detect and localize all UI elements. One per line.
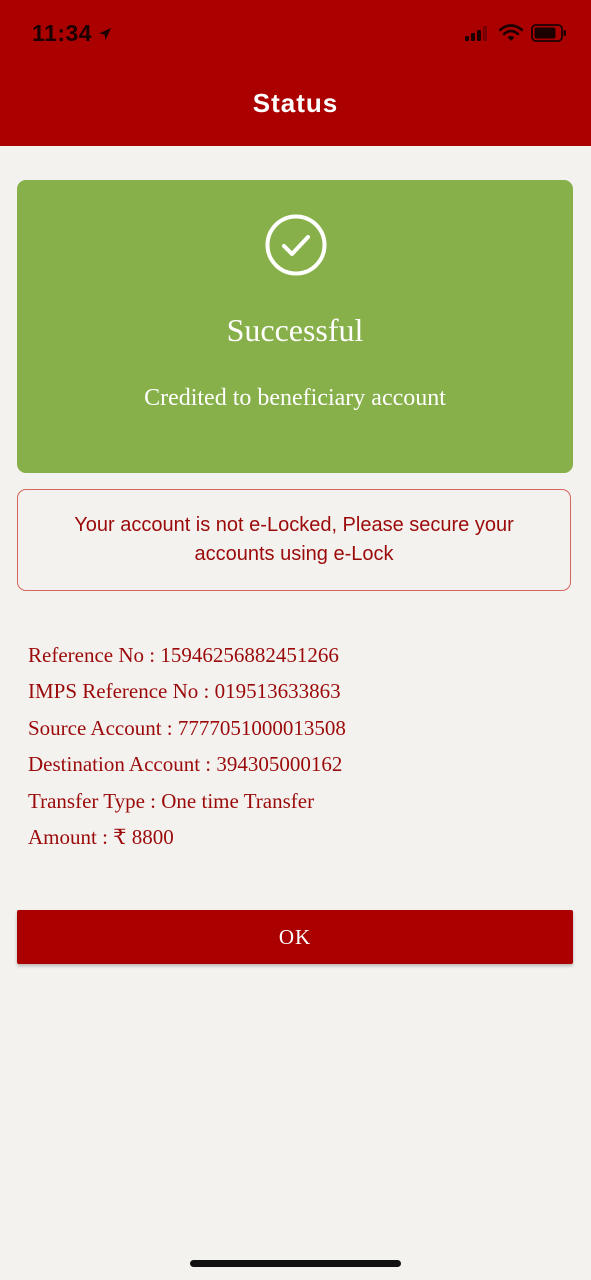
status-bar-icons bbox=[465, 24, 567, 42]
reference-no: Reference No : 15946256882451266 bbox=[28, 643, 339, 667]
elock-notice-text: Your account is not e-Locked, Please sec… bbox=[74, 514, 514, 565]
location-arrow-icon bbox=[99, 27, 112, 40]
transaction-details: Reference No : 15946256882451266 IMPS Re… bbox=[28, 639, 346, 857]
home-indicator[interactable] bbox=[190, 1260, 401, 1267]
destination-account: Destination Account : 394305000162 bbox=[28, 752, 343, 777]
status-time-text: 11:34 bbox=[32, 20, 93, 46]
app-header: 11:34 Status bbox=[0, 0, 591, 146]
cellular-signal-icon bbox=[465, 26, 487, 41]
transfer-type: Transfer Type : One time Transfer bbox=[28, 788, 315, 813]
wifi-icon bbox=[499, 24, 523, 41]
source-account: Source Account : 7777051000013508 bbox=[28, 715, 346, 740]
success-title: Successful bbox=[226, 312, 364, 348]
status-bar-clock: 11:34 bbox=[32, 20, 112, 47]
page-title: Status bbox=[252, 88, 339, 118]
battery-icon bbox=[531, 24, 566, 42]
amount: Amount : ₹ 8800 bbox=[28, 824, 174, 849]
elock-notice[interactable]: Your account is not e-Locked, Please sec… bbox=[17, 489, 571, 591]
checkmark-circle-icon bbox=[265, 214, 327, 276]
imps-reference-no: IMPS Reference No : 019513633863 bbox=[28, 679, 341, 704]
ok-button[interactable]: OK bbox=[17, 910, 573, 964]
success-subtitle: Credited to beneficiary account bbox=[144, 385, 446, 411]
success-card: Successful Credited to beneficiary accou… bbox=[17, 180, 573, 473]
